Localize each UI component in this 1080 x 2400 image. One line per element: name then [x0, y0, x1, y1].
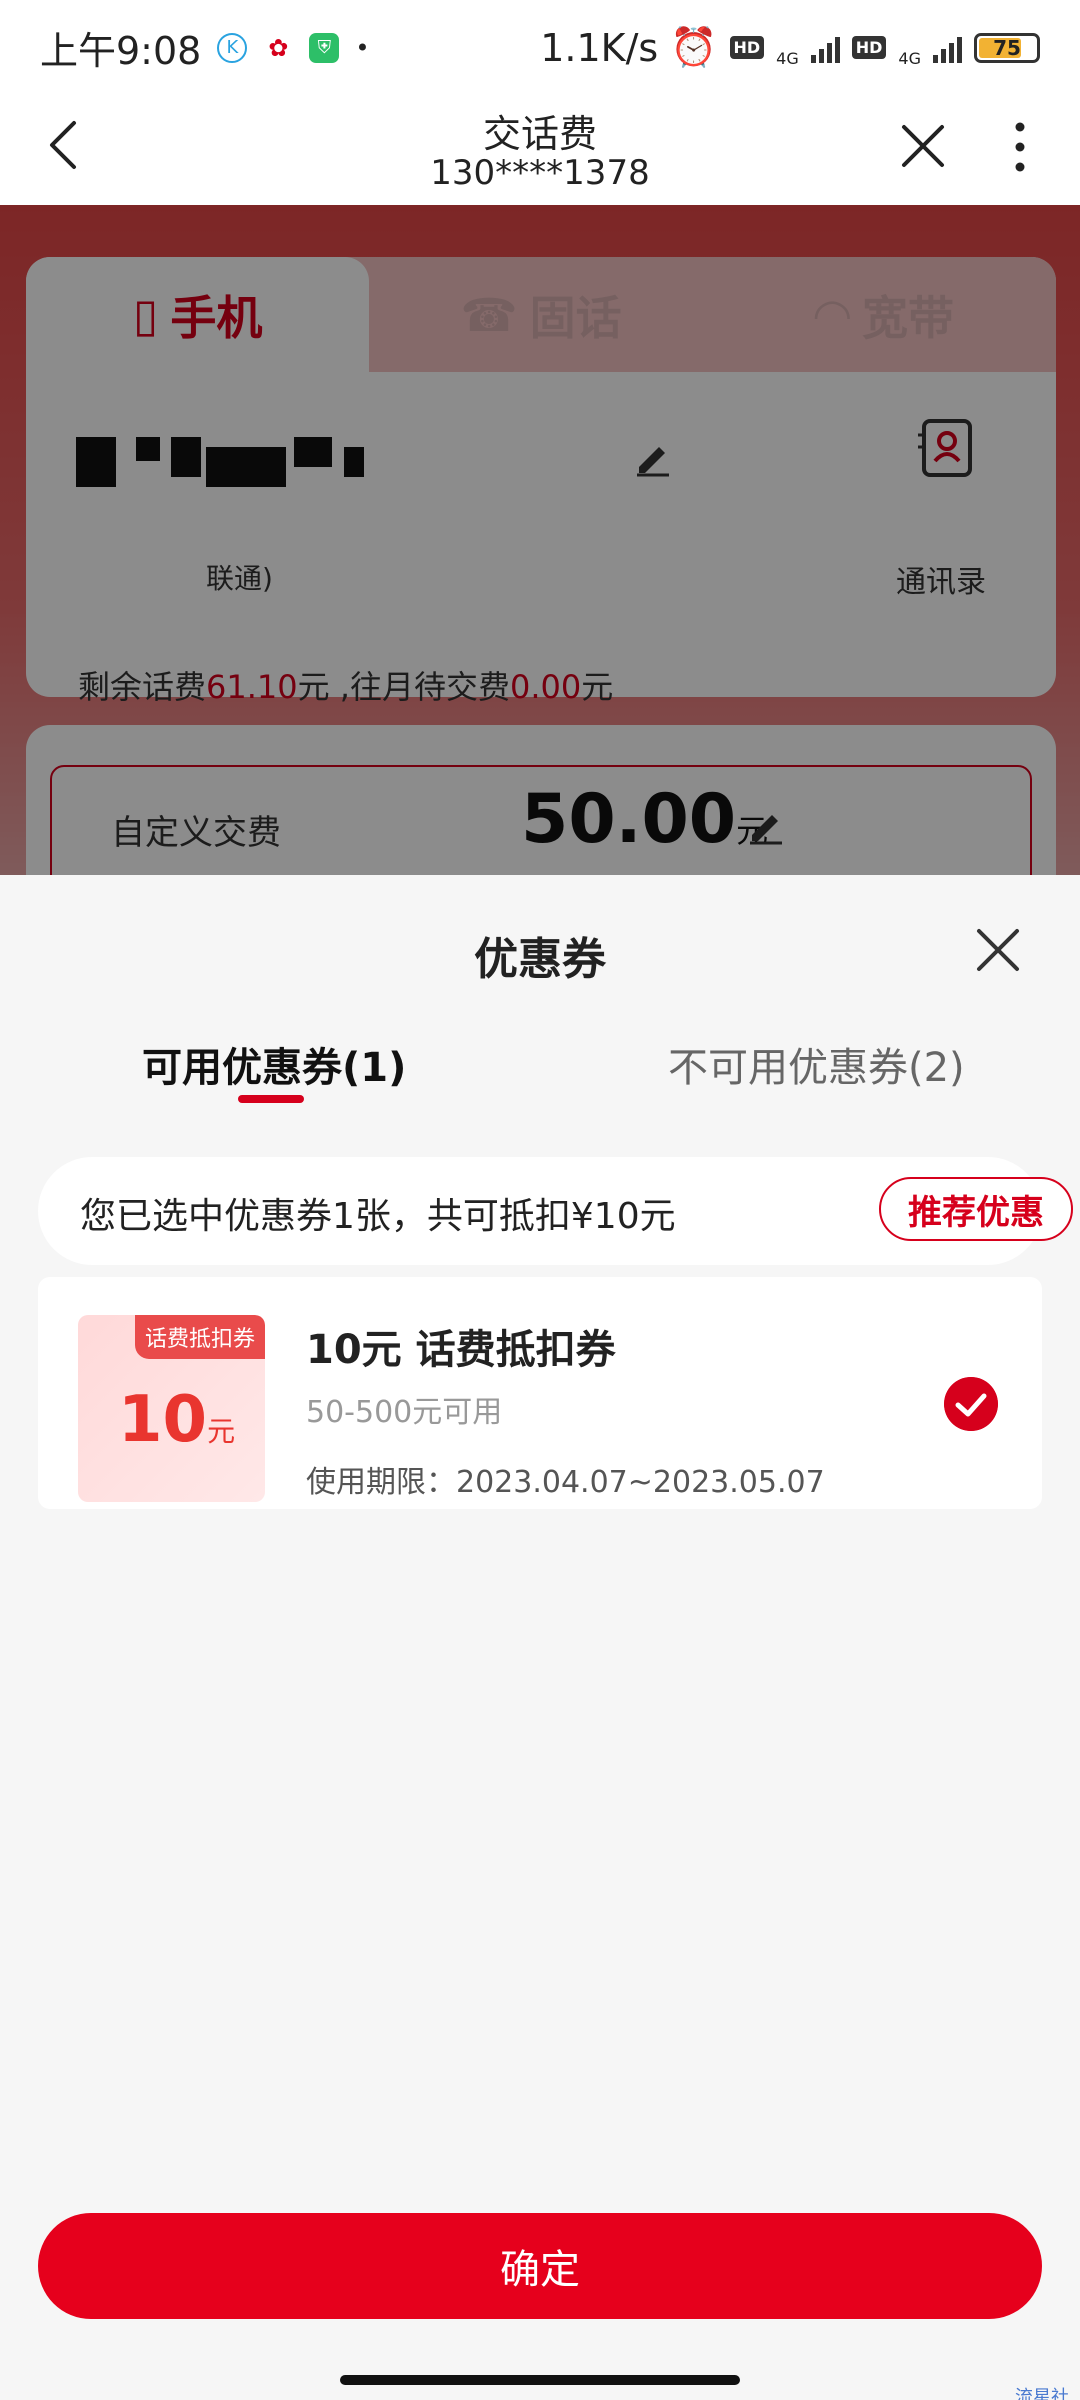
coupon-name: 10元 话费抵扣券 [306, 1327, 616, 1373]
coupon-item[interactable]: 话费抵扣券 10元 10元 话费抵扣券 50-500元可用 使用期限：2023.… [38, 1277, 1042, 1509]
coupon-period: 使用期限：2023.04.07~2023.05.07 [306, 1465, 825, 1500]
coupon-amount-value: 10 [118, 1383, 208, 1457]
recommend-discount-button[interactable]: 推荐优惠 [879, 1177, 1073, 1241]
tab-unavailable-coupons[interactable]: 不可用优惠券(2) [668, 1035, 965, 1093]
coupon-sheet-header: 优惠券 可用优惠券(1) 不可用优惠券(2) [0, 875, 1080, 1105]
coupon-sheet: 优惠券 可用优惠券(1) 不可用优惠券(2) 您已选中优惠券1张，共可抵扣¥10… [0, 875, 1080, 2400]
home-indicator[interactable] [340, 2375, 740, 2385]
more-options-icon[interactable] [1005, 117, 1035, 177]
battery-icon: 75 [974, 32, 1040, 63]
coupon-amount-unit: 元 [207, 1415, 236, 1448]
active-tab-indicator [238, 1095, 304, 1103]
status-bar: 上午9:08 K ✿ ⛨ • 1.1K/s ⏰ HD 4G HD 4G 75 [0, 0, 1080, 95]
tab-available-coupons[interactable]: 可用优惠券(1) [142, 1035, 406, 1093]
coupon-summary-text: 您已选中优惠券1张，共可抵扣¥10元 [80, 1196, 676, 1237]
coupon-range: 50-500元可用 [306, 1395, 503, 1430]
hd-icon-2: HD [851, 36, 887, 59]
title-bar: 交话费 130****1378 [0, 95, 1080, 205]
shield-app-icon: ⛨ [309, 32, 340, 63]
sheet-close-icon[interactable] [975, 927, 1021, 973]
coupon-amount: 10元 [118, 1383, 235, 1457]
coupon-badge: 话费抵扣券 10元 [78, 1315, 265, 1502]
confirm-button[interactable]: 确定 [38, 2213, 1042, 2319]
modal-dim-overlay[interactable] [0, 205, 1080, 875]
sheet-title: 优惠券 [474, 934, 606, 985]
battery-level: 75 [993, 35, 1021, 60]
selected-check-icon[interactable] [944, 1377, 998, 1431]
net-type-1: 4G [776, 49, 799, 68]
signal-icon-1 [810, 33, 840, 63]
alarm-icon: ⏰ [670, 25, 718, 69]
dot-icon: • [355, 33, 370, 62]
coupon-tag: 话费抵扣券 [134, 1315, 265, 1359]
signal-icon-2 [933, 33, 962, 63]
net-type-2: 4G [898, 49, 921, 68]
status-time: 上午9:08 [40, 29, 202, 73]
app-k-icon: K [217, 32, 248, 63]
net-speed: 1.1K/s [540, 25, 659, 70]
hd-icon: HD [729, 36, 765, 59]
close-icon[interactable] [898, 121, 948, 171]
watermark: 流星社区 [1015, 2387, 1069, 2400]
coupon-summary-bar: 您已选中优惠券1张，共可抵扣¥10元 推荐优惠 [38, 1157, 1073, 1265]
unicom-icon: ✿ [263, 32, 294, 63]
